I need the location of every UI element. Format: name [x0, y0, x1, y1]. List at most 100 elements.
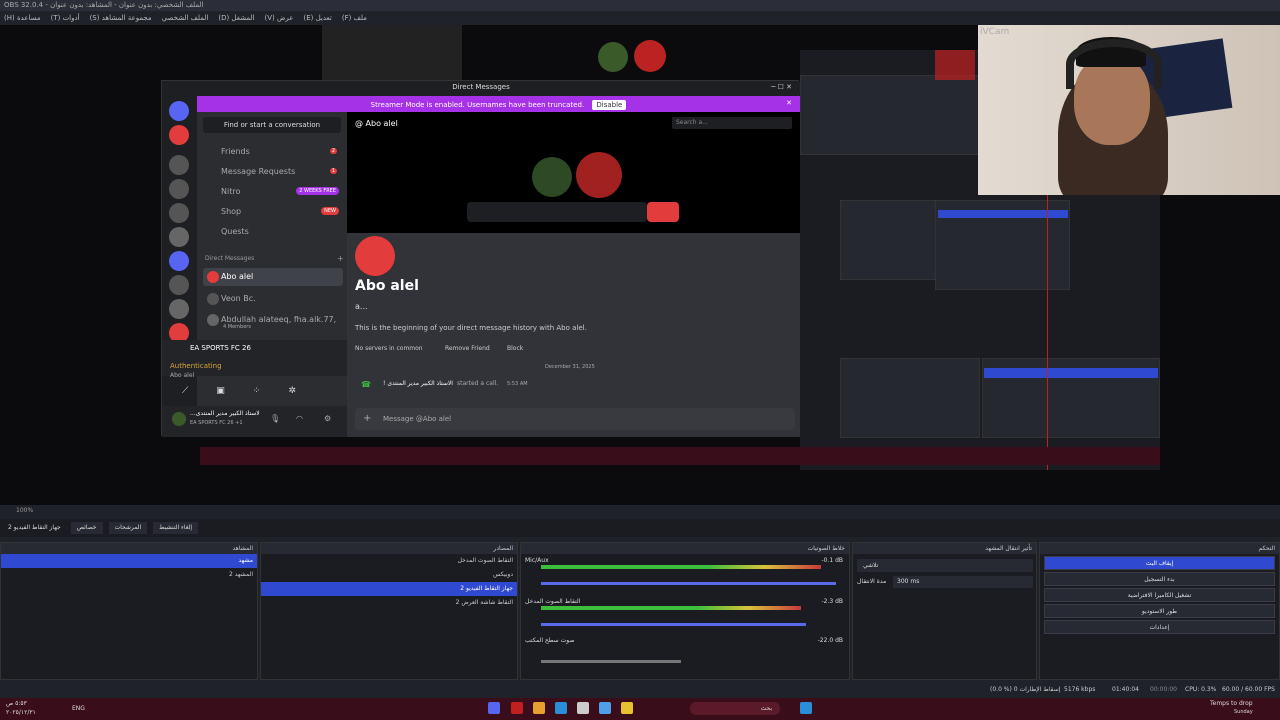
- source-toolbar: جهاز التقاط الفيديو 2 خصائص المرشحات إلغ…: [0, 519, 1280, 537]
- dm-item[interactable]: Abo alel: [203, 268, 343, 286]
- server-icon[interactable]: [169, 125, 189, 145]
- nested-panel-4: [840, 358, 980, 438]
- avatar: [207, 314, 219, 326]
- nav-quests-label: Quests: [221, 227, 249, 236]
- history-text: This is the beginning of your direct mes…: [355, 324, 587, 332]
- volume-slider[interactable]: [541, 660, 681, 663]
- menu-file[interactable]: ملف (F): [342, 14, 367, 22]
- nav-friends[interactable]: Friends 2: [203, 143, 343, 161]
- server-icon[interactable]: [169, 155, 189, 175]
- scene-item[interactable]: مشهد: [1, 554, 257, 568]
- nav-shop[interactable]: Shop NEW: [203, 203, 343, 221]
- duration-input[interactable]: 300 ms: [893, 576, 1033, 588]
- remove-friend-button[interactable]: Remove Friend: [445, 345, 490, 352]
- discord-window-controls[interactable]: ─ ☐ ✕: [771, 83, 792, 91]
- chat-area: @ Abo alel Search a... Abo alel a... Thi…: [347, 112, 800, 437]
- ghost-avatar-red: [634, 40, 666, 72]
- server-icon[interactable]: [169, 227, 189, 247]
- headphones-icon[interactable]: ◠: [296, 414, 303, 423]
- block-button[interactable]: Block: [507, 345, 523, 352]
- selected-source-label: جهاز التقاط الفيديو 2: [8, 524, 61, 531]
- volume-slider[interactable]: [541, 623, 806, 626]
- nav-quests[interactable]: Quests: [203, 223, 343, 241]
- gear-icon[interactable]: ⚙: [324, 414, 331, 423]
- add-dm-icon[interactable]: +: [337, 254, 344, 263]
- find-conversation-button[interactable]: Find or start a conversation: [203, 117, 341, 133]
- disable-button[interactable]: Disable: [592, 100, 627, 110]
- shop-pill: NEW: [321, 207, 339, 215]
- menu-profile[interactable]: الملف الشخصي: [162, 14, 209, 22]
- menu-help[interactable]: مساعدة (H): [4, 14, 41, 22]
- chrome-icon[interactable]: [533, 702, 545, 714]
- server-icon[interactable]: [169, 275, 189, 295]
- nav-nitro[interactable]: Nitro 2 WEEKS FREE: [203, 183, 343, 201]
- server-icon[interactable]: [169, 299, 189, 319]
- notification-title[interactable]: Temps to drop: [1210, 700, 1253, 707]
- menu-scene-collection[interactable]: مجموعة المشاهد (S): [90, 14, 152, 22]
- avatar: [207, 293, 219, 305]
- taskbar-search[interactable]: بحث: [690, 702, 780, 715]
- source-item[interactable]: جهاز التقاط الفيديو 2: [261, 582, 517, 596]
- windows-start-icon[interactable]: [800, 702, 812, 714]
- search-input[interactable]: Search a...: [672, 117, 792, 129]
- store-icon[interactable]: [577, 702, 589, 714]
- deactivate-button[interactable]: إلغاء التنشيط: [153, 522, 199, 534]
- source-item[interactable]: التقاط شاشة العرض 2: [261, 596, 517, 610]
- scene-item[interactable]: المشهد 2: [1, 568, 257, 582]
- mic-icon[interactable]: 🎙: [270, 414, 280, 423]
- message-placeholder: Message @Abo alel: [383, 415, 452, 423]
- obs-icon[interactable]: [511, 702, 523, 714]
- dm-item[interactable]: Veon Bc.: [203, 290, 343, 308]
- end-call-button[interactable]: [647, 202, 679, 222]
- volume-slider[interactable]: [541, 582, 836, 585]
- filters-button[interactable]: المرشحات: [108, 522, 148, 534]
- ghost-avatar: [598, 42, 628, 72]
- zoom-level: 100%: [16, 507, 34, 514]
- properties-button[interactable]: خصائص: [70, 522, 103, 534]
- activity-status: Authenticating: [170, 362, 222, 370]
- chat-header: @ Abo alel: [355, 119, 398, 128]
- clock-date[interactable]: ٢٠٢٥/١٢/٣١: [6, 709, 36, 716]
- menu-docks[interactable]: المشغل (D): [218, 14, 254, 22]
- file-explorer-icon[interactable]: [621, 702, 633, 714]
- app-icon[interactable]: [599, 702, 611, 714]
- menu-edit[interactable]: تعديل (E): [303, 14, 331, 22]
- server-icon[interactable]: [169, 251, 189, 271]
- server-icon[interactable]: [169, 179, 189, 199]
- close-icon[interactable]: ✕: [786, 99, 792, 107]
- controls-header: التحكم: [1040, 543, 1279, 554]
- menu-tools[interactable]: أدوات (T): [51, 14, 80, 22]
- nav-nitro-label: Nitro: [221, 187, 241, 196]
- discord-icon[interactable]: [488, 702, 500, 714]
- studio-mode-button[interactable]: طور الاستوديو: [1044, 604, 1275, 618]
- start-recording-button[interactable]: بدء التسجيل: [1044, 572, 1275, 586]
- activity-controls[interactable]: ⟋▣⁘✲: [182, 386, 324, 396]
- window-title-bar: OBS 32.0.4 - الملف الشخصي: بدون عنوان - …: [0, 0, 1280, 11]
- virtual-camera-button[interactable]: تشغيل الكاميرا الافتراضية: [1044, 588, 1275, 602]
- discord-home-icon[interactable]: [169, 101, 189, 121]
- transition-select[interactable]: تلاشي: [857, 559, 1033, 572]
- requests-badge: 1: [329, 168, 337, 174]
- source-item[interactable]: دوبيكس: [261, 568, 517, 582]
- edge-icon[interactable]: [555, 702, 567, 714]
- source-item[interactable]: التقاط الصوت المدخل: [261, 554, 517, 568]
- webcam-feed: [978, 25, 1280, 195]
- bitrate: 5176 kbps: [1064, 686, 1096, 693]
- clock-time[interactable]: ٥:٥٣ ص: [6, 700, 27, 707]
- no-servers-text: No servers in common: [355, 345, 423, 352]
- menu-view[interactable]: عرض (V): [264, 14, 293, 22]
- nav-message-requests[interactable]: Message Requests 1: [203, 163, 343, 181]
- sources-dock: المصادر التقاط الصوت المدخل دوبيكس جهاز …: [260, 542, 518, 680]
- language-indicator[interactable]: ENG: [72, 705, 85, 712]
- mixer-channel-name: صوت سطح المكتب: [525, 637, 575, 644]
- transitions-dock: تأثير انتقال المشهد تلاشي مدة الانتقال 3…: [852, 542, 1037, 680]
- message-input[interactable]: + Message @Abo alel: [355, 408, 795, 430]
- dm-name: Veon Bc.: [221, 294, 256, 303]
- add-attachment-icon[interactable]: +: [363, 413, 371, 424]
- call-controls[interactable]: [467, 202, 647, 222]
- settings-button[interactable]: إعدادات: [1044, 620, 1275, 634]
- status-bar: (0.0 %) 0 إسقاط الإطارات 5176 kbps 01:40…: [0, 681, 1280, 698]
- server-icon[interactable]: [169, 203, 189, 223]
- avatar: [172, 412, 186, 426]
- stop-streaming-button[interactable]: إيقاف البث: [1044, 556, 1275, 570]
